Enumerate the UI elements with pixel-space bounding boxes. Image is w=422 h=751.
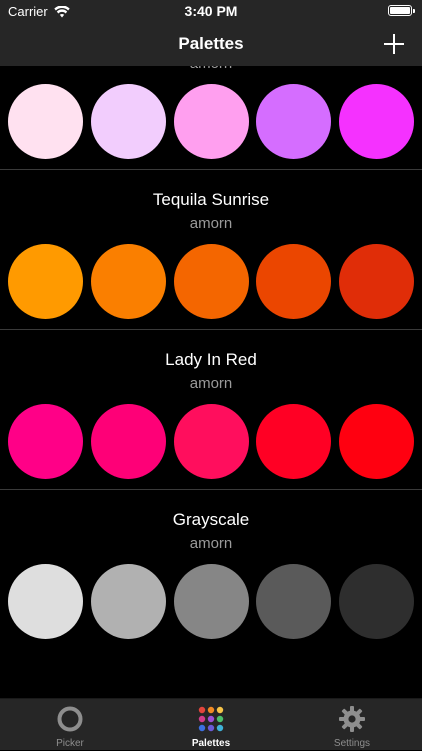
ring-icon: [57, 706, 83, 732]
color-swatch[interactable]: [339, 404, 414, 479]
color-dots-icon: [198, 706, 224, 732]
color-swatch[interactable]: [256, 244, 331, 319]
tab-label: Settings: [333, 738, 371, 749]
palette-name: Grayscale: [172, 510, 250, 529]
color-swatch[interactable]: [91, 244, 166, 319]
gear-icon: [339, 706, 365, 732]
tab-picker[interactable]: Picker: [0, 699, 140, 751]
palette-author: amorn: [0, 66, 422, 72]
color-swatch[interactable]: [339, 84, 414, 159]
tab-label: Palettes: [191, 738, 231, 749]
tab-bar: Picker Palettes Settings: [0, 698, 422, 750]
palette-row[interactable]: amorn: [0, 66, 422, 170]
plus-icon: [384, 34, 404, 54]
palette-list[interactable]: amorn Tequila Sunrise amorn Lady In Red …: [0, 66, 422, 698]
battery-level: [390, 7, 410, 14]
palette-row[interactable]: Grayscale amorn: [0, 490, 422, 650]
tab-settings[interactable]: Settings: [282, 699, 422, 751]
color-swatch[interactable]: [174, 244, 249, 319]
navigation-bar: Palettes: [0, 22, 422, 66]
color-swatch[interactable]: [256, 564, 331, 639]
color-swatch[interactable]: [8, 404, 83, 479]
palette-name: Lady In Red: [165, 350, 257, 369]
color-swatch[interactable]: [8, 84, 83, 159]
palette-author: amorn: [189, 375, 233, 392]
color-swatch[interactable]: [339, 564, 414, 639]
color-swatch[interactable]: [91, 564, 166, 639]
color-swatch[interactable]: [91, 404, 166, 479]
color-swatch[interactable]: [8, 564, 83, 639]
color-swatch[interactable]: [91, 84, 166, 159]
color-swatch[interactable]: [174, 564, 249, 639]
palette-row[interactable]: Tequila Sunrise amorn: [0, 170, 422, 330]
swatch-row: [8, 404, 414, 480]
swatch-row: [8, 244, 414, 320]
page-title: Palettes: [178, 34, 244, 53]
palette-row[interactable]: Lady In Red amorn: [0, 330, 422, 490]
color-swatch[interactable]: [8, 244, 83, 319]
tab-label: Picker: [56, 738, 84, 749]
color-swatch[interactable]: [174, 84, 249, 159]
palette-author: amorn: [189, 215, 233, 232]
color-swatch[interactable]: [174, 404, 249, 479]
color-swatch[interactable]: [339, 244, 414, 319]
status-bar: Carrier 3:40 PM: [0, 0, 422, 22]
color-swatch[interactable]: [256, 404, 331, 479]
swatch-row: [8, 84, 414, 160]
battery-icon: [388, 5, 415, 16]
palette-author: amorn: [189, 535, 233, 552]
tab-palettes[interactable]: Palettes: [141, 699, 281, 751]
swatch-row: [8, 564, 414, 640]
color-swatch[interactable]: [256, 84, 331, 159]
status-time: 3:40 PM: [184, 3, 238, 19]
palette-name: Tequila Sunrise: [152, 190, 270, 209]
add-palette-button[interactable]: [378, 28, 410, 60]
